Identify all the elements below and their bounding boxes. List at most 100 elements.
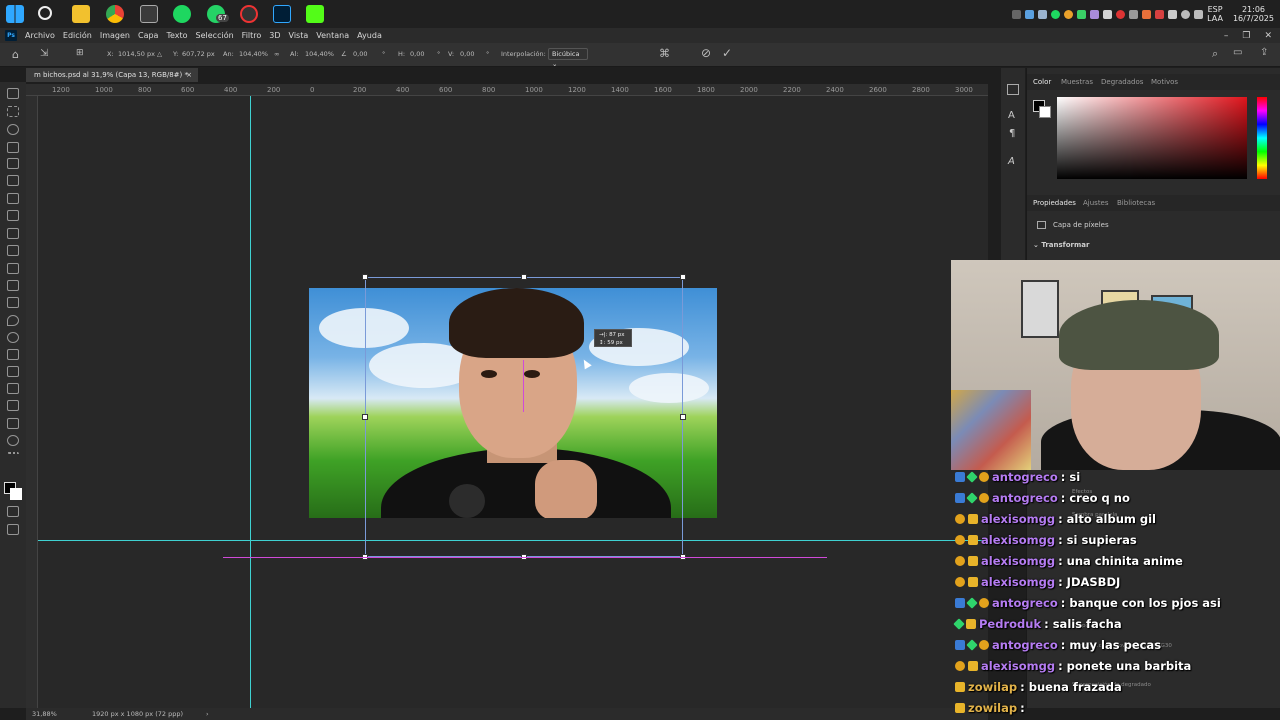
tab-color[interactable]: Color <box>1033 74 1051 90</box>
menu-filtro[interactable]: Filtro <box>238 31 266 40</box>
rectangle-tool-icon[interactable] <box>7 400 19 411</box>
canvas-area[interactable]: →|: 87 px ↕: 59 px <box>38 96 988 708</box>
chevron-right-icon[interactable]: › <box>206 708 209 720</box>
height-field[interactable]: 104,40% <box>305 50 334 58</box>
transform-handle-tc[interactable] <box>521 274 527 280</box>
type-tool-icon[interactable] <box>7 366 19 377</box>
move-tool-icon[interactable] <box>7 88 19 99</box>
tray-app-icon[interactable] <box>1025 9 1035 19</box>
restore-icon[interactable]: ❐ <box>1242 31 1250 41</box>
tab-ajustes[interactable]: Ajustes <box>1083 195 1109 211</box>
interpolation-select[interactable]: Bicúbica ⌄ <box>548 48 588 68</box>
path-select-tool-icon[interactable] <box>7 383 19 394</box>
x-field[interactable]: 1014,50 px <box>118 50 155 58</box>
dodge-tool-icon[interactable] <box>7 332 19 343</box>
pen-tool-icon[interactable] <box>7 349 19 360</box>
transform-tool-icon[interactable]: ⇲ <box>40 48 48 59</box>
transform-section-header[interactable]: ⌄ Transformar <box>1033 241 1089 249</box>
document-tab[interactable]: m bichos.psd al 31,9% (Capa 13, RGB/8#) … <box>26 68 198 82</box>
delta-icon[interactable]: △ <box>157 50 162 58</box>
menu-3d[interactable]: 3D <box>265 31 284 40</box>
hand-tool-icon[interactable] <box>7 418 19 429</box>
commit-transform-icon[interactable]: ✓ <box>722 46 732 60</box>
guide-vertical[interactable] <box>250 96 251 708</box>
chrome-icon[interactable] <box>106 5 124 23</box>
quick-select-tool-icon[interactable] <box>7 142 19 153</box>
brush-tool-icon[interactable] <box>7 228 19 239</box>
tab-motivos[interactable]: Motivos <box>1151 74 1178 90</box>
background-color-swatch[interactable] <box>10 488 22 500</box>
close-tab-icon[interactable]: × <box>186 68 192 82</box>
menu-imagen[interactable]: Imagen <box>96 31 134 40</box>
tray-app-icon[interactable] <box>1142 9 1152 19</box>
eyedropper-tool-icon[interactable] <box>7 193 19 204</box>
marquee-tool-icon[interactable] <box>7 106 19 117</box>
tray-app-icon[interactable] <box>1090 9 1100 19</box>
menu-vista[interactable]: Vista <box>285 31 313 40</box>
zoom-level[interactable]: 31,88% <box>32 708 57 720</box>
background-swatch[interactable] <box>1039 106 1051 118</box>
close-icon[interactable]: ✕ <box>1264 31 1272 41</box>
lasso-tool-icon[interactable] <box>7 124 19 135</box>
chrome-tray-icon[interactable] <box>1064 9 1074 19</box>
angle-field[interactable]: 0,00 <box>353 50 367 58</box>
transform-handle-tr[interactable] <box>680 274 686 280</box>
glyphs-panel-icon[interactable]: A <box>1008 156 1015 167</box>
spotify-icon[interactable] <box>173 5 191 23</box>
width-field[interactable]: 104,40% <box>239 50 268 58</box>
cancel-transform-icon[interactable]: ⊘ <box>701 46 711 60</box>
tray-app-icon[interactable] <box>1038 9 1048 19</box>
microphone-icon[interactable] <box>1181 9 1191 19</box>
v-skew-field[interactable]: 0,00 <box>460 50 474 58</box>
history-panel-icon[interactable] <box>1007 84 1019 95</box>
tab-propiedades[interactable]: Propiedades <box>1033 195 1076 211</box>
zoom-tool-icon[interactable] <box>7 435 19 446</box>
input-language[interactable]: ESP LAA <box>1207 5 1223 23</box>
minimize-icon[interactable]: – <box>1224 31 1229 41</box>
more-tools-icon[interactable] <box>7 452 19 463</box>
share-icon[interactable]: ⇪ <box>1260 47 1268 58</box>
volume-icon[interactable] <box>1194 9 1204 19</box>
tray-app-icon[interactable] <box>1129 9 1139 19</box>
media-player-icon[interactable] <box>140 5 158 23</box>
tab-bibliotecas[interactable]: Bibliotecas <box>1117 195 1155 211</box>
menu-capa[interactable]: Capa <box>134 31 162 40</box>
link-icon[interactable]: ∞ <box>274 50 279 58</box>
frame-tool-icon[interactable] <box>7 175 19 186</box>
windows-start-icon[interactable] <box>6 5 24 23</box>
search-icon[interactable]: ⌕ <box>1212 47 1218 61</box>
photoshop-taskbar-icon[interactable] <box>273 5 291 23</box>
tray-app-icon[interactable] <box>1116 9 1126 19</box>
tray-app-icon[interactable] <box>1155 9 1165 19</box>
tray-app-icon[interactable] <box>1077 9 1087 19</box>
reference-point-icon[interactable]: ⊞ <box>76 48 84 58</box>
hue-slider[interactable] <box>1257 97 1267 179</box>
transform-bounding-box[interactable] <box>365 277 683 557</box>
menu-seleccion[interactable]: Selección <box>192 31 238 40</box>
tab-degradados[interactable]: Degradados <box>1101 74 1143 90</box>
menu-ventana[interactable]: Ventana <box>312 31 353 40</box>
menu-archivo[interactable]: Archivo <box>21 31 59 40</box>
clone-stamp-tool-icon[interactable] <box>7 245 19 256</box>
recording-app-icon[interactable] <box>240 5 258 23</box>
warp-icon[interactable]: ⌘ <box>659 47 670 60</box>
tray-app-icon[interactable] <box>1168 9 1178 19</box>
y-field[interactable]: 607,72 px <box>182 50 215 58</box>
history-brush-tool-icon[interactable] <box>7 263 19 274</box>
healing-brush-tool-icon[interactable] <box>7 210 19 221</box>
clock[interactable]: 21:06 16/7/2025 <box>1233 5 1274 23</box>
transform-handle-ml[interactable] <box>362 414 368 420</box>
tab-muestras[interactable]: Muestras <box>1061 74 1093 90</box>
gradient-tool-icon[interactable] <box>7 297 19 308</box>
search-icon[interactable] <box>38 6 52 20</box>
screen-mode-icon[interactable] <box>7 524 19 535</box>
menu-texto[interactable]: Texto <box>162 31 191 40</box>
spotify-tray-icon[interactable] <box>1051 9 1061 19</box>
h-skew-field[interactable]: 0,00 <box>410 50 424 58</box>
tray-app-icon[interactable] <box>1103 9 1113 19</box>
transform-handle-mr[interactable] <box>680 414 686 420</box>
character-panel-icon[interactable]: A <box>1008 110 1015 121</box>
eraser-tool-icon[interactable] <box>7 280 19 291</box>
paragraph-panel-icon[interactable]: ¶ <box>1009 128 1015 139</box>
menu-ayuda[interactable]: Ayuda <box>353 31 386 40</box>
